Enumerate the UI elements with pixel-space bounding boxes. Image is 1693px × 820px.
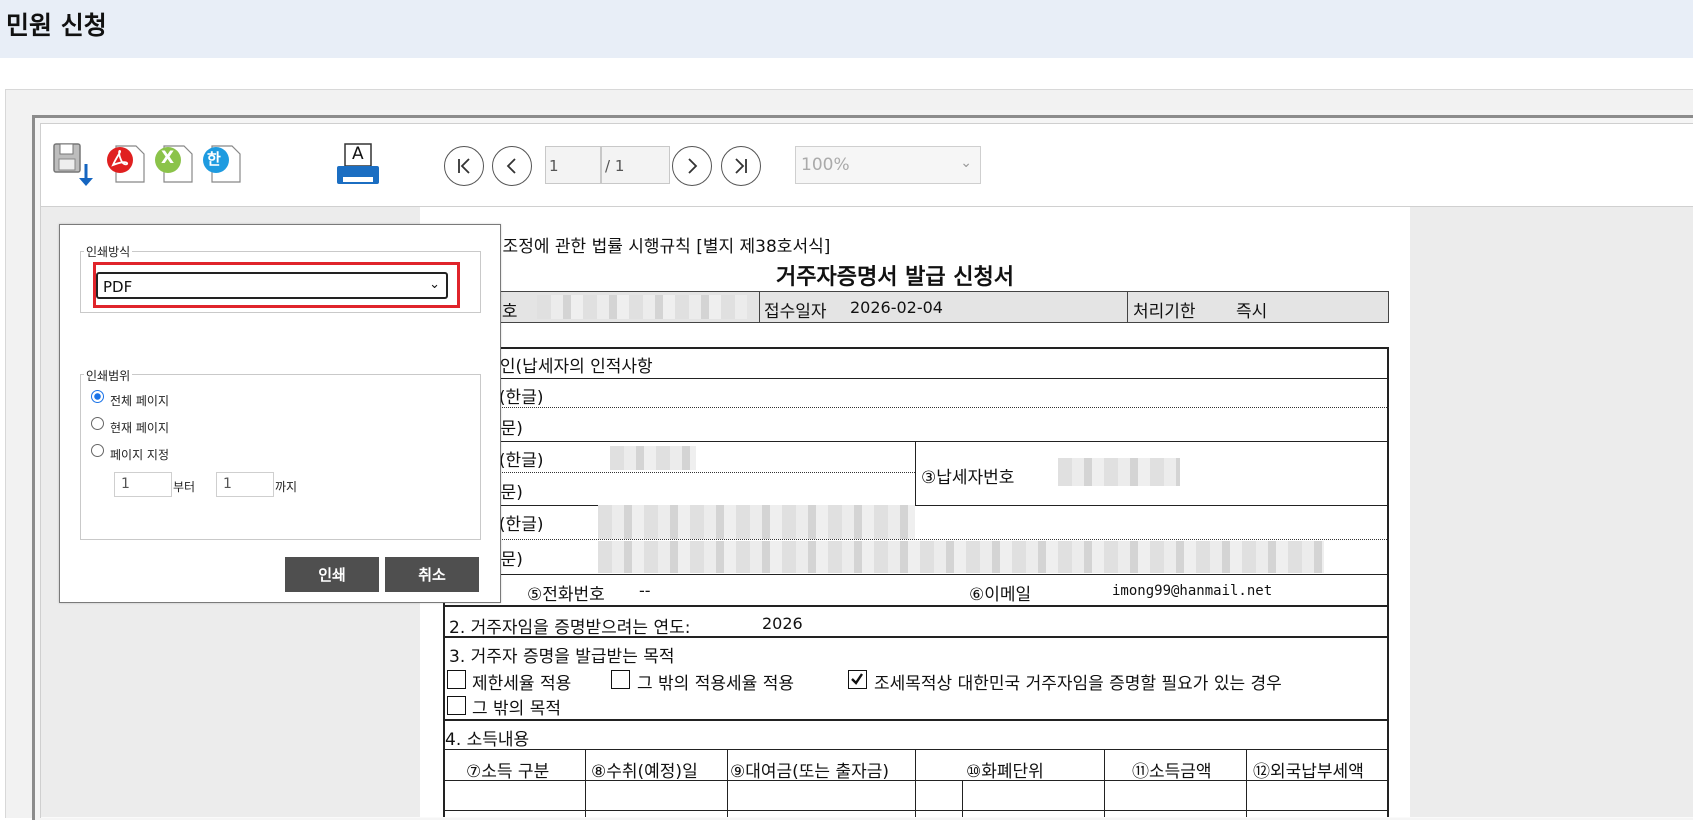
address-en-redacted	[598, 541, 1324, 573]
current-page-input[interactable]: 1	[545, 146, 601, 184]
cancel-button[interactable]: 취소	[385, 557, 479, 592]
receipt-date: 2026-02-04	[850, 298, 943, 317]
rep-ko-redacted	[610, 446, 696, 470]
section3-heading: 3. 거주자 증명을 발급받는 목적	[449, 647, 675, 667]
receipt-no-redacted	[537, 295, 747, 319]
deadline-label: 처리기한	[1133, 302, 1196, 322]
hwp-glyph: 한	[207, 150, 221, 168]
range-all-radio[interactable]	[91, 390, 104, 403]
excel-glyph: X	[161, 148, 175, 168]
chevron-down-icon: ⌄	[960, 155, 972, 171]
range-to-suffix: 까지	[275, 480, 298, 494]
page-total: / 1	[601, 146, 670, 184]
prev-page-button[interactable]	[492, 146, 532, 186]
range-from-input[interactable]: 1	[114, 472, 172, 497]
page-header: 민원 신청	[0, 0, 1693, 58]
email-value: imong99@hanmail.net	[1112, 583, 1273, 599]
address-ko-redacted	[598, 505, 915, 539]
purpose1-label: 제한세율 적용	[472, 674, 572, 694]
save-icon[interactable]	[52, 142, 96, 186]
range-option-label: 페이지 지정	[110, 448, 170, 462]
first-page-icon	[458, 158, 470, 174]
range-option-label: 전체 페이지	[110, 394, 170, 408]
purpose1-checkbox[interactable]	[447, 670, 466, 689]
print-icon[interactable]: A	[334, 142, 384, 192]
chevron-right-icon	[688, 158, 698, 174]
range-option-label: 현재 페이지	[110, 421, 170, 435]
purpose2-label: 그 밖의 적용세율 적용	[637, 674, 794, 694]
hwp-icon[interactable]: 한	[200, 142, 244, 186]
chevron-left-icon	[506, 158, 516, 174]
range-from-suffix: 부터	[173, 480, 196, 494]
highlight-box	[93, 262, 460, 308]
deadline-value: 즉시	[1236, 302, 1268, 322]
column-header: ⑫외국납부세액	[1253, 762, 1364, 782]
range-current-radio[interactable]	[91, 417, 104, 430]
receipt-divider	[759, 291, 760, 323]
year-value: 2026	[762, 614, 803, 633]
column-header: ⑨대여금(또는 출자금)	[730, 762, 890, 782]
page-title: 민원 신청	[6, 11, 107, 40]
print-button[interactable]: 인쇄	[285, 557, 379, 592]
zoom-value: 100%	[801, 155, 850, 175]
taxpayer-no-label: ③납세자번호	[921, 468, 1015, 488]
phone-value: --	[639, 581, 651, 600]
checkmark-icon	[851, 673, 863, 685]
last-page-button[interactable]	[721, 146, 761, 186]
document-title: 거주자증명서 발급 신청서	[776, 265, 1014, 290]
zoom-select[interactable]: 100% ⌄	[795, 146, 981, 184]
purpose3-label: 조세목적상 대한민국 거주자임을 증명할 필요가 있는 경우	[874, 674, 1282, 694]
section4-heading: 4. 소득내용	[445, 730, 530, 750]
pdf-icon[interactable]	[104, 142, 148, 186]
purpose3-checkbox[interactable]	[848, 670, 867, 689]
last-page-icon	[735, 158, 747, 174]
email-label: ⑥이메일	[969, 585, 1032, 605]
print-range-legend: 인쇄범위	[84, 367, 133, 384]
column-header: ⑧수취(예정)일	[591, 762, 698, 782]
taxpayer-no-redacted	[1058, 458, 1180, 486]
column-header: ⑪소득금액	[1132, 762, 1212, 782]
first-page-button[interactable]	[444, 146, 484, 186]
purpose2-checkbox[interactable]	[611, 670, 630, 689]
next-page-button[interactable]	[672, 146, 712, 186]
excel-icon[interactable]: X	[152, 142, 196, 186]
receipt-date-label: 접수일자	[764, 302, 827, 322]
receipt-divider	[1127, 291, 1128, 323]
range-custom-radio[interactable]	[91, 444, 104, 457]
print-method-legend: 인쇄방식	[84, 243, 133, 260]
column-header: ⑩화폐단위	[966, 762, 1044, 782]
range-to-input[interactable]: 1	[216, 472, 274, 497]
print-glyph: A	[352, 144, 364, 164]
phone-label: ⑤전화번호	[527, 585, 605, 605]
purpose4-label: 그 밖의 목적	[472, 699, 562, 719]
section2-heading: 2. 거주자임을 증명받으려는 연도:	[449, 618, 691, 638]
column-header: ⑦소득 구분	[466, 762, 550, 782]
purpose4-checkbox[interactable]	[447, 696, 466, 715]
